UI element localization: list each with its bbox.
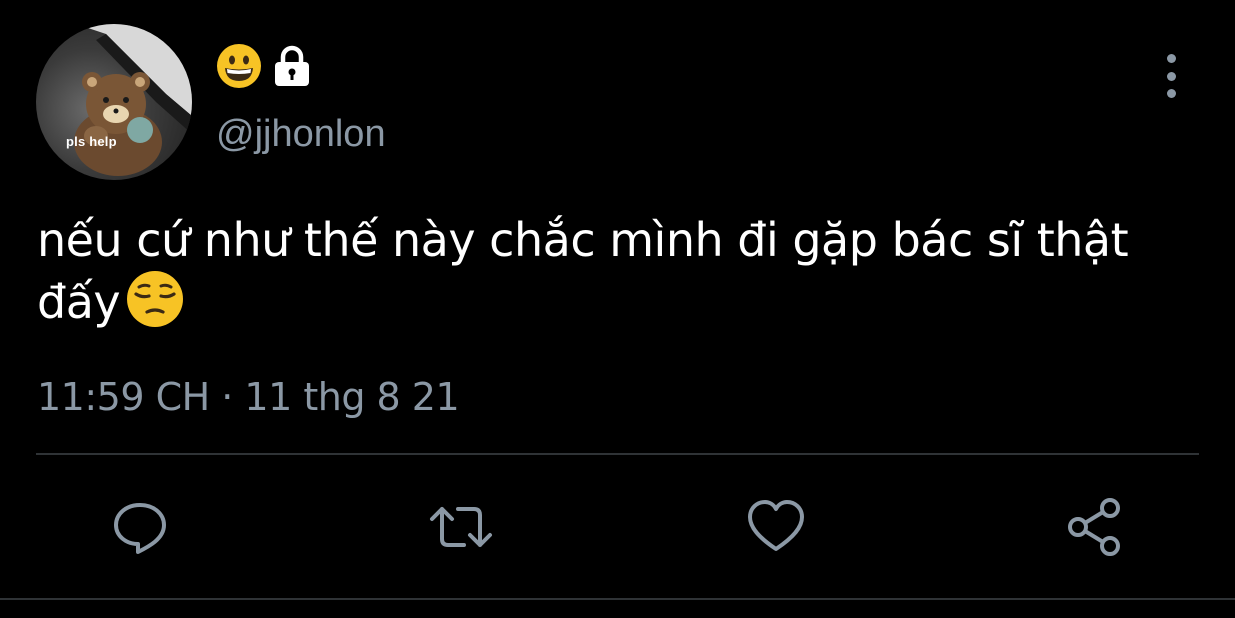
retweet-button[interactable]	[428, 497, 494, 557]
user-handle[interactable]: @jjhonlon	[216, 112, 386, 156]
tweet-text: nếu cứ như thế này chắc mình đi gặp bác …	[37, 210, 1207, 342]
divider	[36, 453, 1199, 455]
more-options-icon[interactable]	[1158, 54, 1184, 98]
like-button[interactable]	[746, 497, 806, 557]
grinning-face-emoji	[217, 44, 261, 88]
display-name[interactable]	[216, 44, 312, 88]
tweet-timestamp[interactable]: 11:59 CH · 11 thg 8 21	[37, 374, 460, 420]
share-icon	[1068, 498, 1120, 556]
pensive-face-emoji	[126, 270, 184, 342]
heart-icon	[748, 500, 804, 551]
share-button[interactable]	[1064, 497, 1124, 557]
tweet-text-content: nếu cứ như thế này chắc mình đi gặp bác …	[37, 213, 1129, 329]
tweet-detail: pls help @jjhonlon nếu cứ như thế này ch…	[0, 0, 1235, 618]
divider-bottom	[0, 598, 1235, 600]
retweet-icon	[430, 507, 492, 547]
speech-bubble-icon	[114, 503, 166, 554]
reply-button[interactable]	[110, 497, 170, 557]
avatar[interactable]: pls help	[36, 24, 192, 180]
avatar-caption: pls help	[66, 134, 117, 149]
avatar-photo	[74, 24, 192, 176]
lock-icon	[275, 45, 309, 86]
